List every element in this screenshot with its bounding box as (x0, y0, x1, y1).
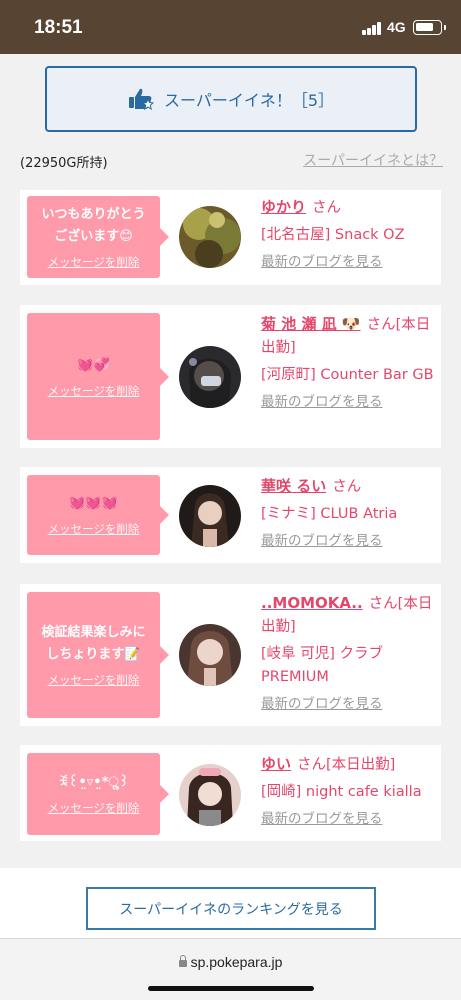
cast-suffix: さん[本日出勤] (297, 757, 396, 773)
blog-link[interactable]: 最新のブログを見る (261, 808, 436, 831)
url-bar[interactable]: sp.pokepara.jp (0, 938, 461, 1000)
message-bubble: 💓💞 メッセージを削除 (27, 313, 169, 440)
blog-link[interactable]: 最新のブログを見る (261, 391, 436, 414)
delete-message-link[interactable]: メッセージを削除 (48, 672, 140, 688)
shop-name: [北名古屋] Snack OZ (261, 227, 405, 243)
cast-name-link[interactable]: ゆかり (261, 198, 306, 216)
network-label: 4G (387, 19, 406, 35)
list-item: 💓💞 メッセージを削除 菊 池 瀬 凪 🐶 さん[本日出勤] [河原町] Coun… (20, 305, 441, 448)
status-bar: 18:51 4G (0, 0, 461, 54)
thumbs-up-star-icon (128, 88, 154, 111)
shop-name: [河原町] Counter Bar GB (261, 367, 434, 383)
message-text: いつもありがとう ございます😊 (41, 207, 146, 244)
message-bubble: いつもありがとう ございます😊 メッセージを削除 (27, 196, 169, 278)
blog-link[interactable]: 最新のブログを見る (261, 251, 436, 274)
cast-name-link[interactable]: 菊 池 瀬 凪 🐶 (261, 315, 361, 333)
cast-suffix: さん (312, 200, 342, 216)
cast-info: ゆい さん[本日出勤] [岡崎] night cafe kialla 最新のブログ… (261, 753, 436, 831)
list-item: ꉂ꒰•̤▿•̤*ૢ꒱ メッセージを削除 ゆい さん[本日出勤] [岡崎] nigh… (20, 745, 441, 841)
list-item: 💓💓💓 メッセージを削除 華咲 るい さん [ミナミ] CLUB Atria 最新… (20, 467, 441, 563)
blog-link[interactable]: 最新のブログを見る (261, 530, 436, 553)
url-text: sp.pokepara.jp (190, 954, 283, 970)
shop-name: [岡崎] night cafe kialla (261, 784, 422, 800)
delete-message-link[interactable]: メッセージを削除 (48, 383, 140, 399)
cast-name-link[interactable]: ..MOMOKA.. (261, 594, 363, 612)
avatar[interactable] (179, 346, 241, 408)
avatar[interactable] (179, 485, 241, 547)
what-is-super-like-link[interactable]: スーパーイイネとは？ (303, 150, 443, 170)
message-text: 💓💓💓 (69, 496, 118, 511)
signal-icon (362, 22, 382, 35)
super-like-button-label: スーパーイイネ！［5］ (163, 91, 335, 110)
cast-info: 菊 池 瀬 凪 🐶 さん[本日出勤] [河原町] Counter Bar GB 最… (261, 313, 436, 414)
ranking-button[interactable]: スーパーイイネのランキングを見る (86, 887, 376, 930)
avatar[interactable] (179, 206, 241, 268)
battery-icon (413, 20, 446, 35)
list-item: いつもありがとう ございます😊 メッセージを削除 ゆかり さん [北名古屋] Sn… (20, 190, 441, 285)
cast-info: 華咲 るい さん [ミナミ] CLUB Atria 最新のブログを見る (261, 475, 436, 553)
message-bubble: 検証結果楽しみに しちょります📝 メッセージを削除 (27, 592, 169, 718)
message-text: 💓💞 (77, 357, 110, 373)
lock-icon (178, 955, 187, 967)
message-text: 検証結果楽しみに しちょります📝 (41, 625, 146, 662)
message-text: ꉂ꒰•̤▿•̤*ૢ꒱ (58, 775, 129, 790)
url-display[interactable]: sp.pokepara.jp (0, 954, 461, 970)
cast-name-link[interactable]: ゆい (261, 755, 291, 773)
list-item: 検証結果楽しみに しちょります📝 メッセージを削除 ..MOMOKA.. さん[本… (20, 584, 441, 726)
super-like-button[interactable]: スーパーイイネ！［5］ (45, 66, 417, 132)
shop-name: [岐阜 可児] クラブ PREMIUM (261, 646, 384, 685)
delete-message-link[interactable]: メッセージを削除 (48, 254, 140, 270)
delete-message-link[interactable]: メッセージを削除 (48, 521, 140, 537)
blog-link[interactable]: 最新のブログを見る (261, 693, 436, 716)
cast-info: ゆかり さん [北名古屋] Snack OZ 最新のブログを見る (261, 196, 436, 274)
gold-balance: (22950G所持) (20, 156, 108, 171)
avatar[interactable] (179, 624, 241, 686)
shop-name: [ミナミ] CLUB Atria (261, 506, 398, 522)
cast-suffix: さん (332, 479, 362, 495)
status-time: 18:51 (34, 17, 83, 38)
cast-info: ..MOMOKA.. さん[本日出勤] [岐阜 可児] クラブ PREMIUM 最… (261, 592, 436, 716)
delete-message-link[interactable]: メッセージを削除 (48, 800, 140, 816)
message-bubble: 💓💓💓 メッセージを削除 (27, 475, 169, 555)
message-bubble: ꉂ꒰•̤▿•̤*ૢ꒱ メッセージを削除 (27, 753, 169, 835)
avatar[interactable] (179, 764, 241, 826)
cast-name-link[interactable]: 華咲 るい (261, 477, 326, 495)
